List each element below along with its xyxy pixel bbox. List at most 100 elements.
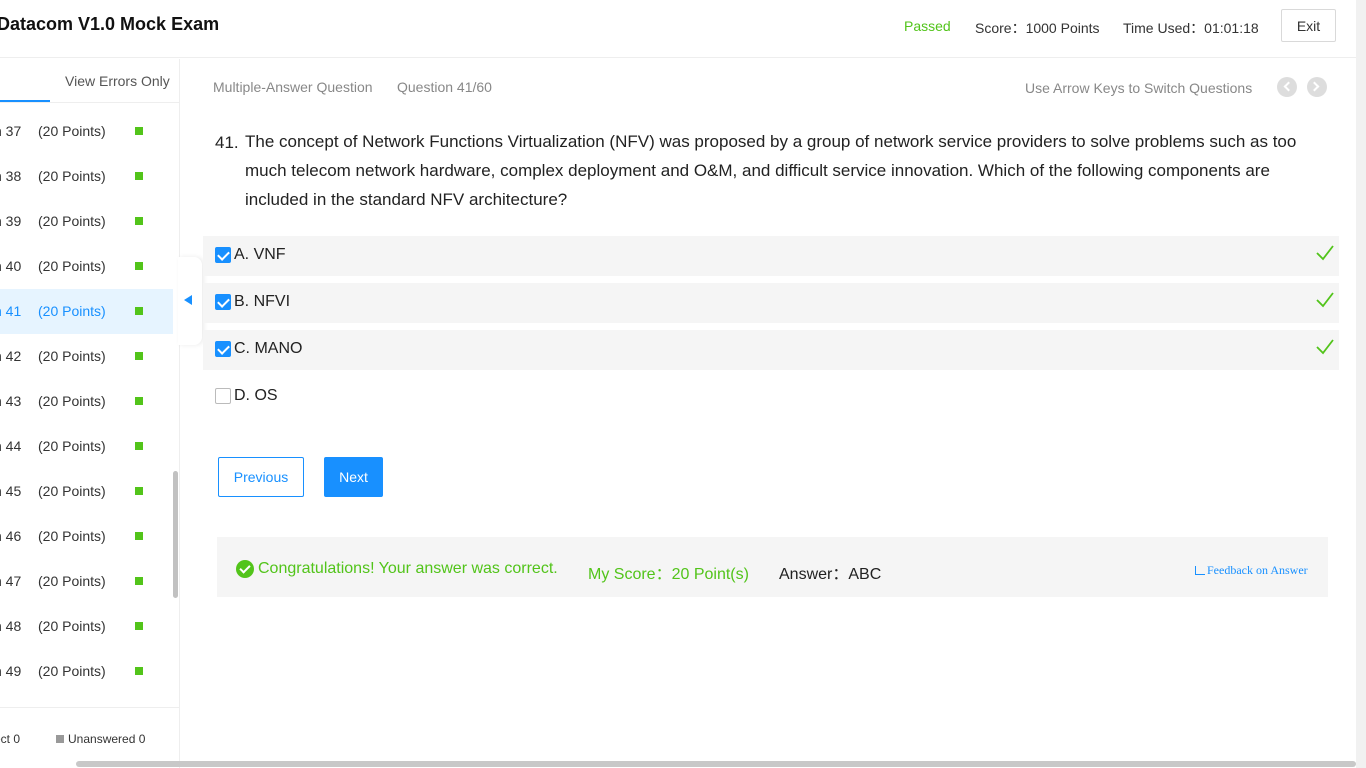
question-number: n 49 — [0, 663, 22, 679]
question-number: n 47 — [0, 573, 22, 589]
question-counter: Question 41/60 — [397, 79, 492, 95]
question-list-item[interactable]: n 46 (20 Points) — [0, 514, 173, 559]
question-list-item[interactable]: n 40 (20 Points) — [0, 244, 173, 289]
correct-marker-icon — [135, 442, 143, 450]
sidebar-collapse-toggle[interactable] — [178, 257, 202, 345]
option-label: A. VNF — [234, 246, 286, 263]
next-button[interactable]: Next — [324, 457, 383, 497]
question-type: Multiple-Answer Question — [213, 79, 373, 95]
question-list-item[interactable]: n 43 (20 Points) — [0, 379, 173, 424]
exam-header: Datacom V1.0 Mock Exam Passed Score：1000… — [0, 0, 1356, 58]
horizontal-scrollbar[interactable] — [76, 761, 1356, 767]
time-used: Time Used：01:01:18 — [1123, 20, 1259, 36]
exit-button[interactable]: Exit — [1281, 9, 1336, 42]
question-points: (20 Points) — [38, 573, 106, 589]
question-points: (20 Points) — [38, 348, 106, 364]
question-number: n 39 — [0, 213, 22, 229]
question-list-item[interactable]: n 48 (20 Points) — [0, 604, 173, 649]
question-number: n 48 — [0, 618, 22, 634]
correct-check-icon — [1316, 339, 1334, 355]
question-number-label: 41. — [215, 133, 239, 152]
correct-marker-icon — [135, 487, 143, 495]
question-list-item[interactable]: n 37 (20 Points) — [0, 109, 173, 154]
question-points: (20 Points) — [38, 438, 106, 454]
question-list-item[interactable]: n 47 (20 Points) — [0, 559, 173, 604]
question-number: n 43 — [0, 393, 22, 409]
exam-score: Score：1000 Points — [975, 20, 1100, 36]
unanswered-square-icon — [56, 735, 64, 743]
question-number: n 46 — [0, 528, 22, 544]
correct-marker-icon — [135, 127, 143, 135]
checkbox-checked-icon[interactable] — [215, 341, 231, 357]
correct-marker-icon — [135, 622, 143, 630]
option-d[interactable]: D. OS — [203, 377, 1339, 417]
question-number: n 40 — [0, 258, 22, 274]
correct-marker-icon — [135, 532, 143, 540]
question-points: (20 Points) — [38, 168, 106, 184]
edit-icon — [1195, 566, 1205, 575]
page-vertical-scrollbar[interactable] — [1356, 0, 1366, 768]
previous-button[interactable]: Previous — [218, 457, 304, 497]
keyboard-hint: Use Arrow Keys to Switch Questions — [1025, 80, 1253, 96]
tab-divider — [0, 102, 179, 103]
question-list-item[interactable]: n 38 (20 Points) — [0, 154, 173, 199]
checkbox-unchecked-icon[interactable] — [215, 388, 231, 404]
question-list-item-active[interactable]: n 41 (20 Points) — [0, 289, 173, 334]
correct-check-icon — [1316, 245, 1334, 261]
question-list: n 37 (20 Points) n 38 (20 Points) n 39 (… — [0, 109, 173, 694]
question-list-item[interactable]: n 39 (20 Points) — [0, 199, 173, 244]
question-number: n 38 — [0, 168, 22, 184]
legend-unanswered: Unanswered 0 — [68, 732, 146, 746]
option-b[interactable]: B. NFVI — [203, 283, 1339, 323]
result-message: Congratulations! Your answer was correct… — [258, 560, 558, 577]
question-list-item[interactable]: n 42 (20 Points) — [0, 334, 173, 379]
correct-marker-icon — [135, 352, 143, 360]
sidebar-legend: ect 0 Unanswered 0 — [0, 707, 179, 768]
legend-correct: ect 0 — [0, 732, 21, 746]
checkbox-checked-icon[interactable] — [215, 294, 231, 310]
correct-marker-icon — [135, 397, 143, 405]
correct-marker-icon — [135, 172, 143, 180]
question-points: (20 Points) — [38, 528, 106, 544]
tab-view-errors-only[interactable]: View Errors Only — [65, 73, 170, 89]
success-check-circle-icon — [236, 560, 254, 578]
previous-question-icon[interactable] — [1277, 77, 1297, 97]
correct-marker-icon — [135, 667, 143, 675]
feedback-label: Feedback on Answer — [1207, 563, 1308, 577]
feedback-link[interactable]: Feedback on Answer — [1195, 563, 1308, 578]
option-label: D. OS — [234, 387, 278, 404]
question-points: (20 Points) — [38, 483, 106, 499]
exam-status: Passed — [904, 18, 951, 34]
question-number: n 42 — [0, 348, 22, 364]
option-label: C. MANO — [234, 340, 303, 357]
question-number: n 37 — [0, 123, 22, 139]
collapse-left-icon — [184, 295, 192, 305]
option-c[interactable]: C. MANO — [203, 330, 1339, 370]
correct-marker-icon — [135, 262, 143, 270]
question-sidebar: View Errors Only n 37 (20 Points) n 38 (… — [0, 59, 180, 768]
question-points: (20 Points) — [38, 123, 106, 139]
question-points: (20 Points) — [38, 258, 106, 274]
question-number: n 44 — [0, 438, 22, 454]
question-points: (20 Points) — [38, 663, 106, 679]
correct-marker-icon — [135, 577, 143, 585]
result-panel: Congratulations! Your answer was correct… — [217, 537, 1328, 597]
next-question-icon[interactable] — [1307, 77, 1327, 97]
option-a[interactable]: A. VNF — [203, 236, 1339, 276]
question-list-item[interactable]: n 45 (20 Points) — [0, 469, 173, 514]
question-text: The concept of Network Functions Virtual… — [245, 132, 1297, 209]
question-points: (20 Points) — [38, 303, 106, 319]
sidebar-scrollbar[interactable] — [173, 471, 178, 598]
question-points: (20 Points) — [38, 393, 106, 409]
question-list-item[interactable]: n 49 (20 Points) — [0, 649, 173, 694]
checkbox-checked-icon[interactable] — [215, 247, 231, 263]
correct-answer: Answer：ABC — [779, 566, 882, 583]
question-number: n 41 — [0, 303, 22, 319]
question-points: (20 Points) — [38, 213, 106, 229]
question-list-item[interactable]: n 44 (20 Points) — [0, 424, 173, 469]
question-number: n 45 — [0, 483, 22, 499]
correct-marker-icon — [135, 217, 143, 225]
correct-check-icon — [1316, 292, 1334, 308]
my-score: My Score：20 Point(s) — [588, 566, 749, 583]
exam-title: Datacom V1.0 Mock Exam — [0, 14, 220, 34]
